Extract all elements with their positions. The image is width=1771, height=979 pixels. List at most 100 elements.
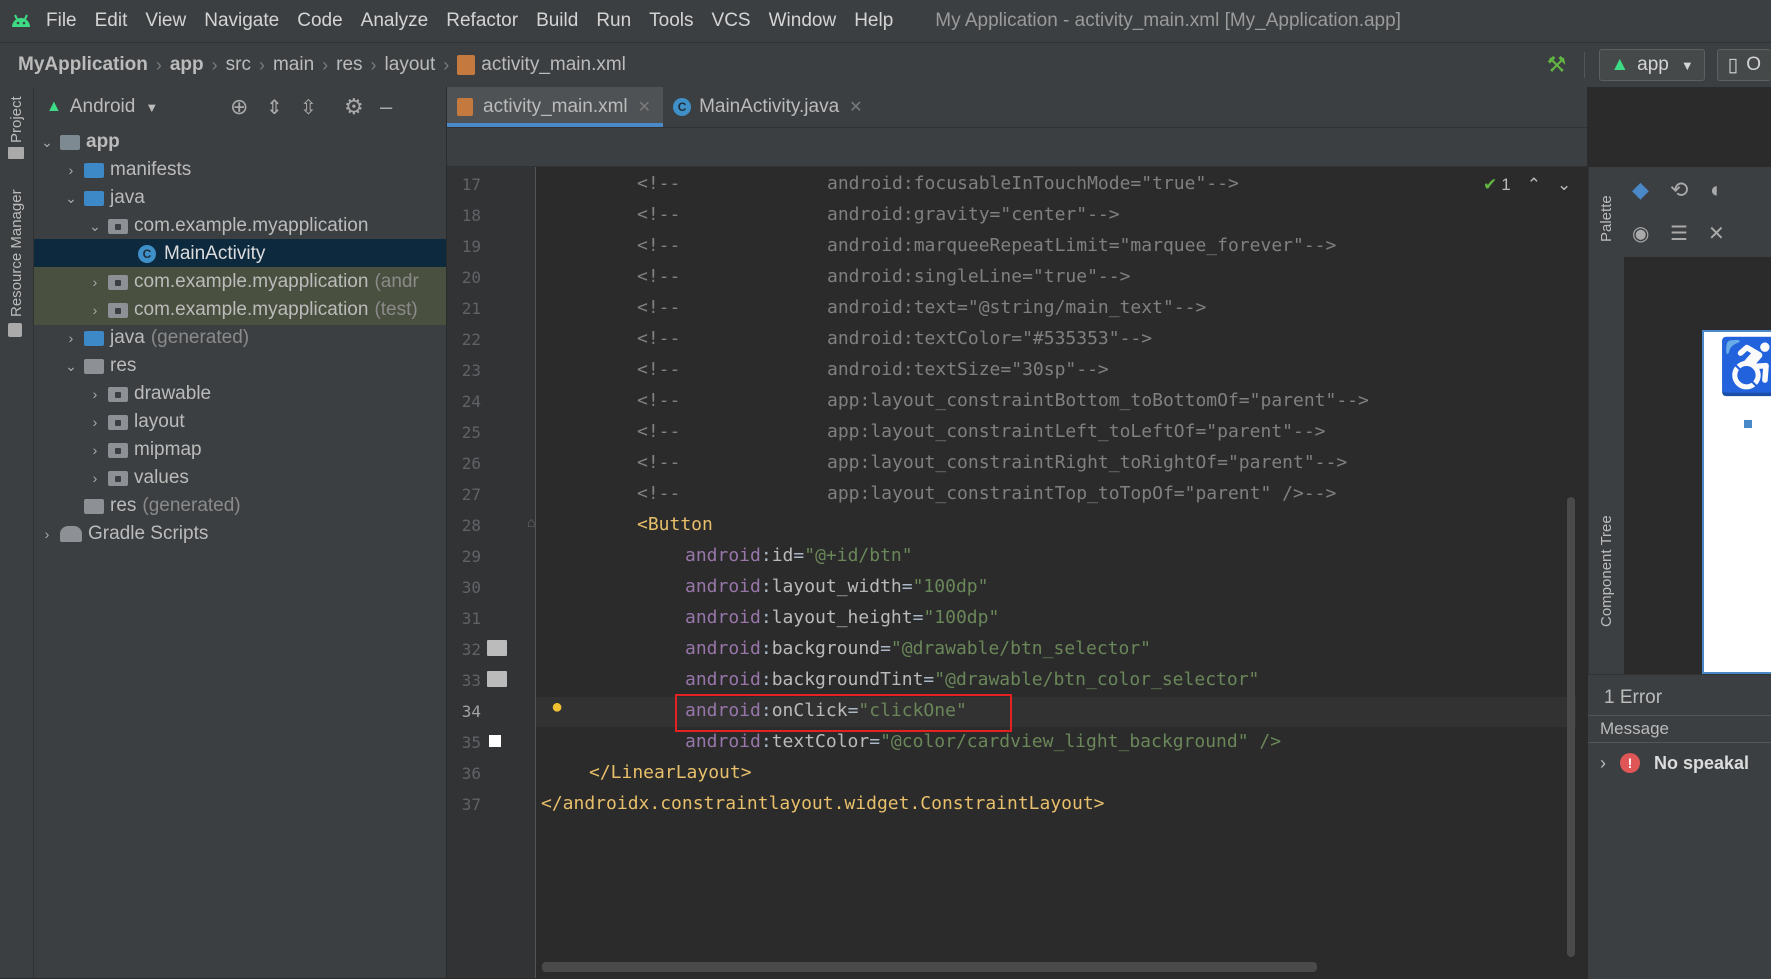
design-side-strip: Palette Component Tree	[1588, 167, 1625, 674]
menu-navigate[interactable]: Navigate	[204, 10, 279, 32]
chevron-right-icon[interactable]: ›	[88, 470, 102, 486]
rotate-icon[interactable]: ⟲	[1670, 177, 1688, 203]
code-editor[interactable]: ✔ 1 ⌃ ⌄ 17 <!-- android:focusableInTouch…	[447, 167, 1587, 978]
chevron-up-icon[interactable]: ⌃	[1527, 175, 1541, 195]
tree-item-layout[interactable]: › layout	[34, 407, 446, 437]
comment-prefix: <!--	[637, 390, 681, 411]
tree-item-values[interactable]: › values	[34, 463, 446, 493]
chevron-down-icon[interactable]: ⌄	[40, 134, 54, 151]
folder-icon	[108, 386, 128, 402]
menu-window[interactable]: Window	[769, 10, 837, 32]
lightbulb-icon[interactable]: ●	[551, 696, 563, 719]
tree-item-manifests[interactable]: › manifests	[34, 155, 446, 185]
chevron-down-icon[interactable]: ⌄	[88, 218, 102, 235]
component-tree-tab[interactable]: Component Tree	[1598, 515, 1615, 627]
dropdown-arrow-icon[interactable]: ▼	[145, 100, 158, 115]
tree-item-res[interactable]: ⌄ res	[34, 351, 446, 381]
constraints-icon[interactable]: ✕	[1708, 221, 1725, 246]
tree-item-java-generated[interactable]: › java (generated)	[34, 323, 446, 353]
attr-value: "100dp"	[923, 607, 1000, 628]
collapse-all-icon[interactable]: ⇳	[300, 95, 317, 120]
tree-item-mainactivity[interactable]: C MainActivity	[34, 239, 446, 269]
chevron-right-icon[interactable]: ›	[88, 414, 102, 430]
project-panel: ▲ Android ▼ ⊕ ⇕ ⇳ ⚙ – ⌄ app › manifests …	[34, 87, 447, 978]
menu-edit[interactable]: Edit	[95, 10, 128, 32]
menu-help[interactable]: Help	[854, 10, 893, 32]
horizontal-scrollbar[interactable]	[542, 962, 1317, 972]
chevron-right-icon[interactable]: ›	[88, 386, 102, 402]
theme-icon[interactable]: ◐	[1710, 177, 1723, 203]
breadcrumb-app[interactable]: app	[170, 54, 204, 76]
run-config-dropdown[interactable]: ▲ app ▼	[1599, 49, 1705, 81]
color-swatch-icon[interactable]	[489, 735, 501, 747]
chevron-right-icon[interactable]: ›	[88, 442, 102, 458]
vertical-scrollbar[interactable]	[1567, 497, 1575, 957]
tree-item-app[interactable]: ⌄ app	[34, 127, 446, 157]
chevron-down-icon[interactable]: ⌄	[64, 190, 78, 207]
tab-label: activity_main.xml	[483, 96, 628, 117]
layers-icon[interactable]: ◆	[1632, 177, 1649, 203]
close-icon[interactable]: ✕	[638, 97, 651, 117]
tree-item-package-main[interactable]: ⌄ com.example.myapplication	[34, 211, 446, 241]
line-number: 26	[461, 454, 481, 473]
project-tool-tab[interactable]: Project	[8, 96, 25, 143]
problem-row[interactable]: › ! No speakal	[1588, 747, 1771, 779]
device-preview[interactable]: ♿	[1702, 330, 1771, 674]
image-preview-icon[interactable]	[487, 640, 507, 656]
tree-item-java[interactable]: ⌄ java	[34, 183, 446, 213]
image-preview-icon[interactable]	[487, 671, 507, 687]
locate-icon[interactable]: ⊕	[230, 94, 248, 120]
inspection-widget[interactable]: ✔ 1 ⌃ ⌄	[1483, 175, 1571, 195]
menu-vcs[interactable]: VCS	[712, 10, 751, 32]
chevron-down-icon[interactable]: ⌄	[1557, 175, 1571, 195]
menu-view[interactable]: View	[145, 10, 186, 32]
breadcrumb-res[interactable]: res	[336, 54, 362, 76]
attr-namespace: android	[685, 669, 761, 690]
tree-item-res-generated[interactable]: res (generated)	[34, 491, 446, 521]
tree-item-package-androidtest[interactable]: › com.example.myapplication (andr	[34, 267, 446, 297]
gear-icon[interactable]: ⚙	[344, 94, 364, 120]
minimize-icon[interactable]: –	[380, 94, 392, 120]
eye-icon[interactable]: ◉	[1632, 221, 1649, 246]
line-number: 20	[461, 268, 481, 287]
breadcrumb-src[interactable]: src	[226, 54, 251, 76]
tree-item-note: (generated)	[150, 327, 250, 348]
breadcrumb-file[interactable]: activity_main.xml	[481, 54, 626, 76]
resource-manager-tab[interactable]: Resource Manager	[8, 189, 25, 317]
tree-item-gradle-scripts[interactable]: › Gradle Scripts	[34, 519, 446, 549]
menu-code[interactable]: Code	[297, 10, 342, 32]
fold-icon[interactable]: ⌂	[527, 514, 535, 530]
menu-refactor[interactable]: Refactor	[446, 10, 518, 32]
device-dropdown[interactable]: ▯ O	[1716, 49, 1771, 81]
chevron-right-icon[interactable]: ›	[64, 162, 78, 178]
problems-column-header: Message	[1588, 715, 1771, 743]
menu-run[interactable]: Run	[596, 10, 631, 32]
breadcrumb-project[interactable]: MyApplication	[18, 54, 148, 76]
chevron-right-icon[interactable]: ›	[88, 302, 102, 318]
tab-activity-main-xml[interactable]: activity_main.xml ✕	[447, 87, 664, 127]
chevron-down-icon[interactable]: ⌄	[64, 358, 78, 375]
comment-prefix: <!--	[637, 204, 681, 225]
problems-summary: 1 Error	[1604, 687, 1663, 708]
menu-tools[interactable]: Tools	[649, 10, 693, 32]
tree-item-package-test[interactable]: › com.example.myapplication (test)	[34, 295, 446, 325]
menu-file[interactable]: File	[46, 10, 77, 32]
expand-all-icon[interactable]: ⇕	[266, 95, 283, 120]
chevron-right-icon[interactable]: ›	[1600, 753, 1606, 774]
palette-tab[interactable]: Palette	[1598, 195, 1615, 242]
tree-item-drawable[interactable]: › drawable	[34, 379, 446, 409]
breadcrumb-main[interactable]: main	[273, 54, 314, 76]
selection-handle[interactable]	[1744, 420, 1752, 428]
grid-icon[interactable]: ☰	[1670, 221, 1688, 246]
chevron-right-icon[interactable]: ›	[40, 526, 54, 542]
tree-item-mipmap[interactable]: › mipmap	[34, 435, 446, 465]
menu-analyze[interactable]: Analyze	[361, 10, 429, 32]
hammer-icon[interactable]: ⚒	[1547, 52, 1567, 78]
tab-mainactivity-java[interactable]: C MainActivity.java ✕	[663, 87, 875, 127]
chevron-right-icon[interactable]: ›	[64, 330, 78, 346]
chevron-right-icon[interactable]: ›	[88, 274, 102, 290]
menu-build[interactable]: Build	[536, 10, 578, 32]
close-icon[interactable]: ✕	[849, 97, 862, 117]
breadcrumb-layout[interactable]: layout	[385, 54, 436, 76]
project-view-selector[interactable]: Android	[70, 96, 136, 118]
